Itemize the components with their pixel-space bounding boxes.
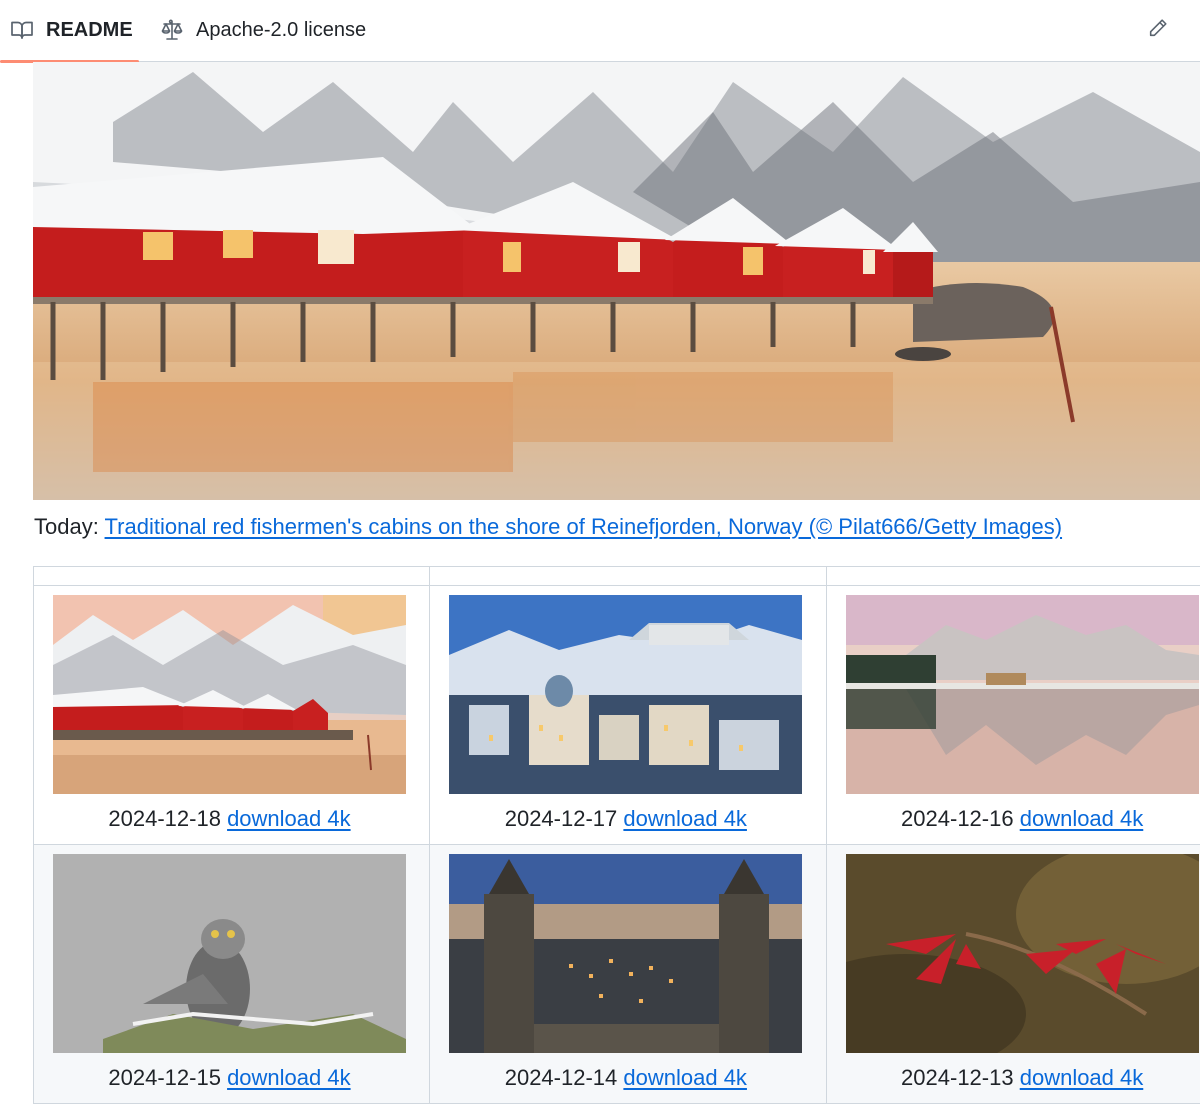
thumbnail-image (53, 595, 406, 794)
gallery-cell: 2024-12-17 download 4k (430, 586, 826, 845)
gallery-cell: 2024-12-18 download 4k (34, 586, 430, 845)
table-row: 2024-12-18 download 4k (34, 586, 1200, 845)
gallery-date: 2024-12-16 (901, 806, 1014, 831)
gallery-cell: 2024-12-16 download 4k (826, 586, 1200, 845)
table-row: 2024-12-15 download 4k (34, 845, 1200, 1104)
gallery-date: 2024-12-18 (108, 806, 221, 831)
gallery-cell: 2024-12-13 download 4k (826, 845, 1200, 1104)
caption-prefix: Today: (34, 514, 105, 539)
table-header-cell (34, 567, 430, 586)
tab-license[interactable]: Apache-2.0 license (158, 0, 366, 61)
download-4k-link[interactable]: download 4k (227, 806, 351, 831)
download-4k-link[interactable]: download 4k (1020, 806, 1144, 831)
gallery-date: 2024-12-13 (901, 1065, 1014, 1090)
gallery-date: 2024-12-14 (505, 1065, 618, 1090)
tab-license-label: Apache-2.0 license (196, 19, 366, 42)
gallery-caption: 2024-12-18 download 4k (53, 804, 406, 834)
thumbnail-image (846, 854, 1199, 1053)
table-header-cell (826, 567, 1200, 586)
tab-readme[interactable]: README (0, 0, 139, 61)
gallery-cell: 2024-12-14 download 4k (430, 845, 826, 1104)
gallery-caption: 2024-12-16 download 4k (846, 804, 1199, 834)
gallery-caption: 2024-12-13 download 4k (846, 1063, 1199, 1093)
download-4k-link[interactable]: download 4k (1020, 1065, 1144, 1090)
wallpaper-gallery-table: 2024-12-18 download 4k (33, 566, 1200, 1104)
book-icon (10, 18, 36, 44)
caption-link[interactable]: Traditional red fishermen's cabins on th… (105, 514, 1063, 539)
thumbnail-image (846, 595, 1199, 794)
gallery-caption: 2024-12-17 download 4k (449, 804, 802, 834)
gallery-date: 2024-12-17 (505, 806, 618, 831)
hero-image (33, 62, 1200, 500)
download-4k-link[interactable]: download 4k (623, 1065, 747, 1090)
thumbnail-image (449, 595, 802, 794)
tab-readme-label: README (46, 19, 133, 42)
hero-caption: Today: Traditional red fishermen's cabin… (34, 512, 1200, 542)
gallery-caption: 2024-12-14 download 4k (449, 1063, 802, 1093)
download-4k-link[interactable]: download 4k (623, 806, 747, 831)
gallery-date: 2024-12-15 (108, 1065, 221, 1090)
table-header-cell (430, 567, 826, 586)
download-4k-link[interactable]: download 4k (227, 1065, 351, 1090)
gallery-cell: 2024-12-15 download 4k (34, 845, 430, 1104)
thumbnail-image (53, 854, 406, 1053)
law-scale-icon (160, 18, 186, 44)
thumbnail-image (449, 854, 802, 1053)
readme-tab-bar: README Apache-2.0 license (0, 0, 1200, 62)
edit-file-button[interactable] (1142, 14, 1174, 46)
table-header-row (34, 567, 1200, 586)
gallery-caption: 2024-12-15 download 4k (53, 1063, 406, 1093)
pencil-icon (1147, 17, 1169, 44)
